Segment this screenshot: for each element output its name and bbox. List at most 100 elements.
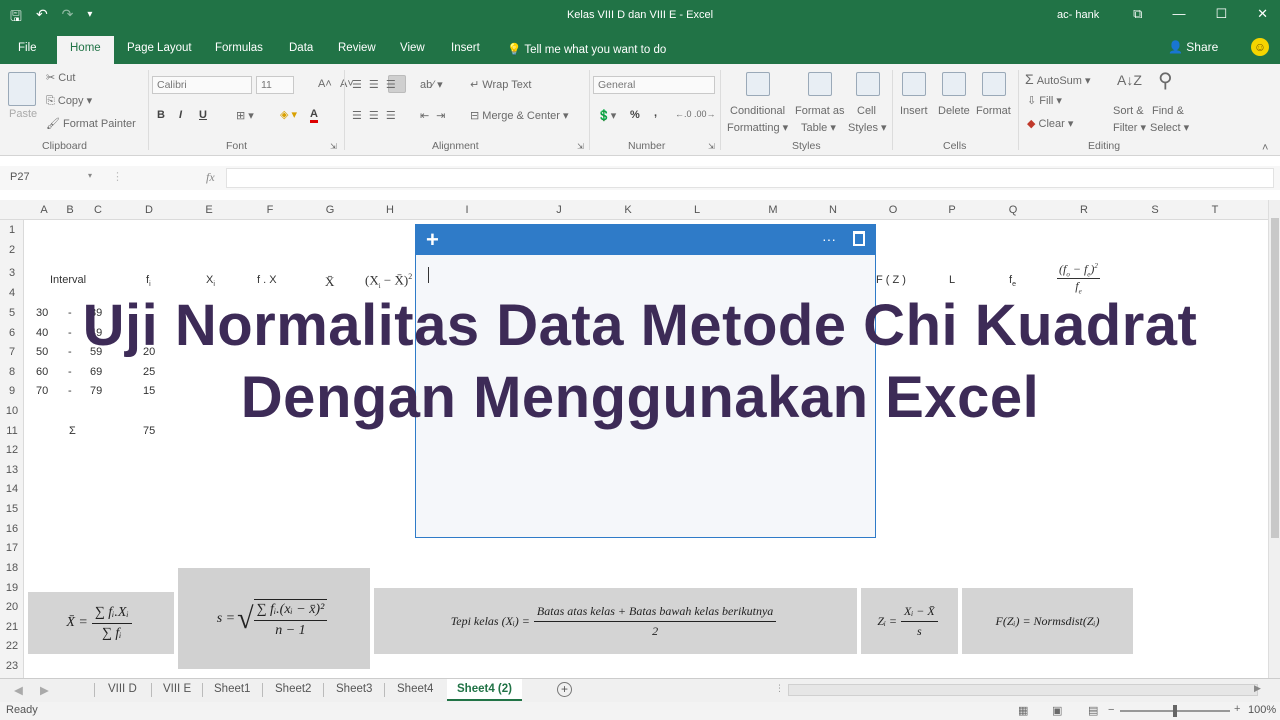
maximize-icon[interactable]: ☐	[1215, 6, 1227, 22]
scroll-sheets-right-icon[interactable]: ▶	[40, 683, 49, 697]
row-header[interactable]: 18	[0, 562, 24, 574]
format-as-table-icon[interactable]	[808, 72, 832, 96]
tab-split-handle-icon[interactable]: ⋮	[775, 683, 784, 694]
align-top-icons[interactable]: ☰ ☰ ☰	[352, 78, 398, 91]
column-header[interactable]: J	[549, 204, 569, 216]
close-icon[interactable]: ✕	[1257, 6, 1268, 22]
zoom-out-icon[interactable]: −	[1108, 704, 1114, 716]
sheet-tab-sheet1[interactable]: Sheet1	[214, 683, 250, 695]
styles-word-label[interactable]: Styles ▾	[848, 121, 887, 134]
sort-filter-icon[interactable]: A↓Z	[1117, 72, 1142, 88]
paste-button[interactable]: Paste	[9, 108, 37, 120]
scroll-sheets-left-icon[interactable]: ◀	[14, 683, 23, 697]
sheet-tab-viii-d[interactable]: VIII D	[108, 683, 137, 695]
insert-cells-icon[interactable]	[902, 72, 926, 96]
number-format-dropdown[interactable]: General	[593, 76, 715, 94]
format-cells-button[interactable]: Format	[976, 105, 1011, 117]
user-name[interactable]: ac- hank	[1057, 9, 1099, 21]
tab-insert[interactable]: Insert	[451, 42, 480, 54]
alignment-dialog-launcher-icon[interactable]: ⇲	[577, 142, 584, 151]
column-header[interactable]: K	[618, 204, 638, 216]
column-header[interactable]: E	[199, 204, 219, 216]
column-header[interactable]: Q	[1003, 204, 1023, 216]
format-cells-icon[interactable]	[982, 72, 1006, 96]
comma-button[interactable]: ,	[654, 107, 657, 119]
clear-button[interactable]: ◆ Clear ▾	[1027, 117, 1073, 130]
filter-label[interactable]: Filter ▾	[1113, 121, 1146, 134]
borders-icon[interactable]: ⊞ ▾	[236, 109, 254, 122]
sheet-tab-sheet3[interactable]: Sheet3	[336, 683, 372, 695]
table-label[interactable]: Table ▾	[801, 121, 836, 134]
increase-font-icon[interactable]: A˄	[318, 78, 332, 90]
sheet-tab-viii-e[interactable]: VIII E	[163, 683, 191, 695]
vertical-scrollbar[interactable]	[1268, 200, 1280, 678]
delete-cells-icon[interactable]	[942, 72, 966, 96]
column-header[interactable]: P	[942, 204, 962, 216]
tab-view[interactable]: View	[400, 42, 425, 54]
name-box[interactable]: P27	[4, 168, 98, 188]
row-header[interactable]: 1	[0, 224, 24, 236]
sheet-tab-sheet4-2[interactable]: Sheet4 (2)	[447, 679, 522, 701]
font-color-button[interactable]: A	[310, 108, 318, 123]
insert-cells-button[interactable]: Insert	[900, 105, 928, 117]
font-name-dropdown[interactable]: Calibri	[152, 76, 252, 94]
new-note-plus-icon[interactable]: +	[426, 227, 439, 253]
column-header[interactable]: T	[1205, 204, 1225, 216]
row-header[interactable]: 16	[0, 523, 24, 535]
column-header[interactable]: I	[457, 204, 477, 216]
cut-button[interactable]: ✂ Cut	[46, 71, 75, 84]
column-header[interactable]: S	[1145, 204, 1165, 216]
column-header[interactable]: D	[139, 204, 159, 216]
sheet-tab-sheet4[interactable]: Sheet4	[397, 683, 433, 695]
scroll-right-icon[interactable]: ▶	[1254, 683, 1261, 694]
row-header[interactable]: 17	[0, 542, 24, 554]
new-sheet-plus-icon[interactable]: +	[557, 682, 572, 697]
column-header[interactable]: B	[60, 204, 80, 216]
column-header[interactable]: A	[34, 204, 54, 216]
name-box-dropdown-icon[interactable]: ▾	[88, 171, 92, 180]
tell-me-box[interactable]: 💡 Tell me what you want to do	[507, 42, 666, 56]
magnifier-icon[interactable]: ⚲	[1158, 68, 1173, 93]
ribbon-display-icon[interactable]: ⧉	[1133, 6, 1142, 22]
conditional-formatting-label[interactable]: Conditional	[730, 105, 785, 117]
share-button[interactable]: 👤 Share	[1168, 40, 1218, 54]
column-header[interactable]: R	[1074, 204, 1094, 216]
cell-styles-icon[interactable]	[856, 72, 880, 96]
merge-center-button[interactable]: ⊟ Merge & Center ▾	[470, 109, 569, 122]
column-header[interactable]: F	[260, 204, 280, 216]
cell-label[interactable]: Cell	[857, 105, 876, 117]
italic-button[interactable]: I	[179, 109, 182, 121]
copy-button[interactable]: ⎘ Copy ▾	[46, 94, 92, 108]
row-header[interactable]: 22	[0, 640, 24, 652]
autosum-button[interactable]: Σ AutoSum ▾	[1025, 71, 1091, 87]
column-header[interactable]: G	[320, 204, 340, 216]
number-dialog-launcher-icon[interactable]: ⇲	[708, 142, 715, 151]
format-as-label[interactable]: Format as	[795, 105, 845, 117]
row-header[interactable]: 14	[0, 483, 24, 495]
sticky-note-header[interactable]: + ···	[416, 225, 875, 255]
column-header[interactable]: H	[380, 204, 400, 216]
tab-data[interactable]: Data	[289, 42, 313, 54]
feedback-smiley-icon[interactable]: ☺	[1251, 38, 1269, 56]
fill-button[interactable]: ⇩ Fill ▾	[1027, 94, 1062, 107]
column-header[interactable]: M	[763, 204, 783, 216]
row-header[interactable]: 19	[0, 582, 24, 594]
wrap-text-button[interactable]: ↵ Wrap Text	[470, 78, 531, 91]
column-header[interactable]: C	[88, 204, 108, 216]
percent-button[interactable]: %	[630, 109, 640, 121]
column-header[interactable]: O	[883, 204, 903, 216]
row-header[interactable]: 13	[0, 464, 24, 476]
insert-function-button[interactable]: fx	[206, 170, 215, 185]
zoom-slider-thumb[interactable]	[1173, 705, 1177, 717]
row-header[interactable]: 20	[0, 601, 24, 613]
row-header[interactable]: 3	[0, 267, 24, 279]
font-size-dropdown[interactable]: 11	[256, 76, 294, 94]
select-label[interactable]: Select ▾	[1150, 121, 1189, 134]
bold-button[interactable]: B	[157, 109, 165, 121]
more-options-icon[interactable]: ···	[822, 231, 836, 247]
minimize-icon[interactable]: —	[1172, 6, 1185, 22]
align-horizontal-icons[interactable]: ☰ ☰ ☰	[352, 109, 398, 122]
sheet-tab-sheet2[interactable]: Sheet2	[275, 683, 311, 695]
normal-view-icon[interactable]: ▦	[1018, 704, 1028, 717]
tab-file[interactable]: File	[18, 42, 37, 54]
